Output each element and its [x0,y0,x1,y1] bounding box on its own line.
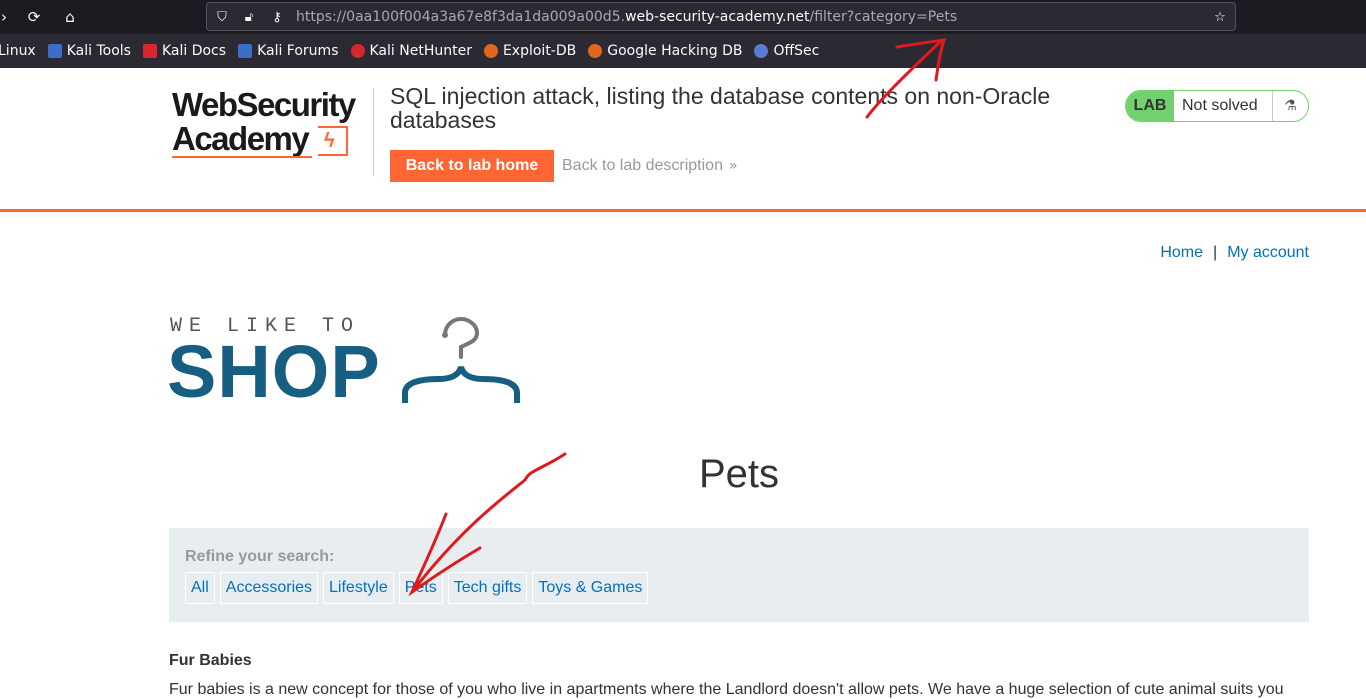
lab-badge: LAB [1126,91,1174,121]
account-nav: Home | My account [1160,244,1309,262]
back-to-lab-home-button[interactable]: Back to lab home [390,150,554,182]
web-security-academy-logo[interactable]: WebSecurity Academy ϟ [172,88,362,160]
category-link-all[interactable]: All [185,572,215,604]
logo-text-line1: WebSecurity [172,86,356,123]
shop-logo: WE LIKE TO SHOP [167,315,529,413]
product-title: Fur Babies [169,652,252,669]
bookmark-item[interactable]: Kali Forums [238,43,339,59]
exploit-db-icon [483,44,498,58]
shield-icon[interactable]: ⛉ [213,8,231,26]
url-text[interactable]: https://0aa100f004a3a67e8f3da1da009a00d5… [296,9,957,25]
lab-title: SQL injection attack, listing the databa… [390,83,1051,133]
kali-nethunter-icon [350,44,365,58]
bookmark-item[interactable]: Kali Docs [142,43,226,59]
shop-word: SHOP [167,330,381,413]
category-link-lifestyle[interactable]: Lifestyle [323,572,394,604]
kali-tools-icon [47,44,62,58]
bookmark-item[interactable]: Kali Tools [47,43,131,59]
forward-icon[interactable]: › [0,7,14,27]
category-link-toys-games[interactable]: Toys & Games [532,572,649,604]
bookmark-item[interactable]: OffSec [754,43,819,59]
address-bar[interactable]: ⛉ 🔓︎ ⚷ https://0aa100f004a3a67e8f3da1da0… [206,2,1236,31]
double-chevron-right-icon: » [728,158,738,174]
flask-icon: ⚗ [1272,91,1308,121]
logo-bolt-icon: ϟ [318,126,348,156]
bookmarks-bar: Linux Kali Tools Kali Docs Kali Forums K… [0,34,1366,68]
hanger-icon [402,317,520,403]
logo-underline [172,156,312,158]
my-account-link[interactable]: My account [1227,244,1309,261]
category-link-pets[interactable]: Pets [398,572,443,604]
permissions-icon[interactable]: ⚷ [268,8,286,26]
lab-header: WebSecurity Academy ϟ SQL injection atta… [0,68,1366,212]
nav-separator: | [1213,244,1218,261]
product-description: Fur babies is a new concept for those of… [169,681,1284,698]
offsec-icon [754,44,769,58]
bookmark-item[interactable]: Exploit-DB [483,43,576,59]
category-link-accessories[interactable]: Accessories [219,572,319,604]
filter-category-list: All Accessories Lifestyle Pets Tech gift… [185,572,653,604]
google-hacking-db-icon [588,44,603,58]
bookmark-item[interactable]: Google Hacking DB [588,43,742,59]
filter-panel: Refine your search: All Accessories Life… [169,528,1309,622]
header-divider [373,88,374,176]
bookmark-star-icon[interactable]: ☆ [1211,8,1229,26]
filter-label: Refine your search: [185,548,335,565]
back-to-lab-description-link[interactable]: Back to lab description» [562,157,738,175]
home-icon[interactable]: ⌂ [60,7,80,27]
bookmark-item[interactable]: Kali NetHunter [350,43,472,59]
page-heading: Pets [698,452,780,496]
home-link[interactable]: Home [1160,244,1203,261]
browser-toolbar: › ⟳ ⌂ ⛉ 🔓︎ ⚷ https://0aa100f004a3a67e8f3… [0,0,1366,34]
lab-status-widget: LAB Not solved ⚗ [1125,90,1309,122]
lab-status-text: Not solved [1182,97,1258,114]
bookmark-item[interactable]: Linux [0,43,36,59]
reload-icon[interactable]: ⟳ [24,7,44,27]
kali-docs-icon [142,44,157,58]
kali-forums-icon [238,44,253,58]
lock-icon[interactable]: 🔓︎ [240,8,258,26]
category-link-tech-gifts[interactable]: Tech gifts [447,572,528,604]
